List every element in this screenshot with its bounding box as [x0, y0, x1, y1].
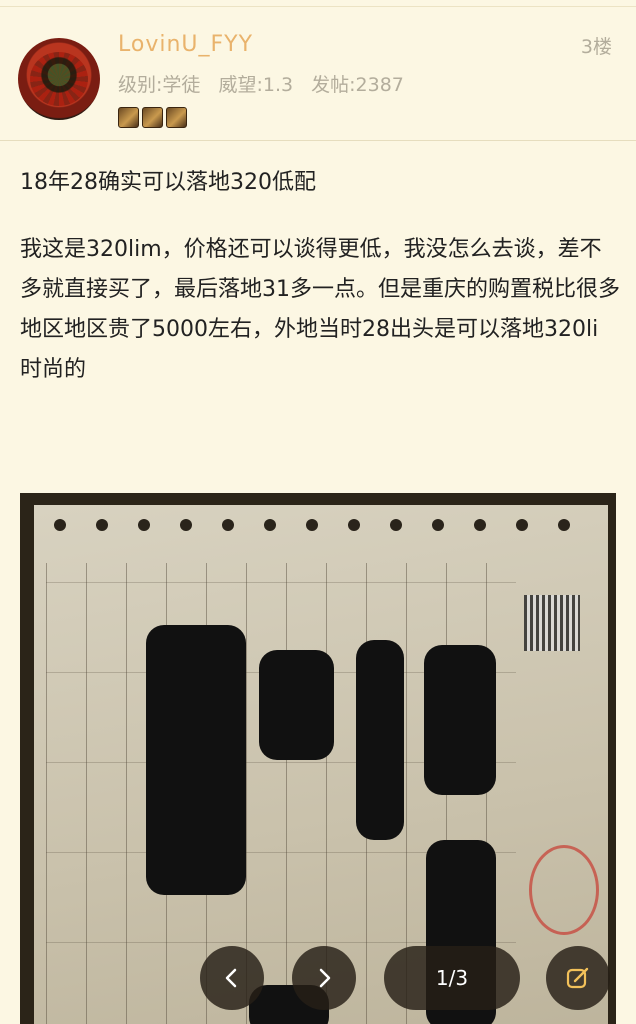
punch-hole	[516, 519, 528, 531]
medal-icon	[166, 107, 187, 128]
medal-icon	[142, 107, 163, 128]
punch-hole	[54, 519, 66, 531]
post-header: LovinU_FYY 3楼 级别:学徒 威望:1.3 发帖:2387	[0, 6, 636, 141]
punch-hole	[432, 519, 444, 531]
red-stamp	[529, 845, 599, 935]
punch-hole	[390, 519, 402, 531]
username[interactable]: LovinU_FYY	[118, 32, 253, 57]
chevron-right-icon	[319, 968, 331, 988]
punch-hole	[474, 519, 486, 531]
medal-icon	[118, 107, 139, 128]
redaction	[424, 645, 496, 795]
post-content: 18年28确实可以落地320低配 我这是320lim，价格还可以谈得更低，我没怎…	[20, 160, 620, 390]
user-meta: 级别:学徒 威望:1.3 发帖:2387	[118, 70, 416, 97]
image-page-indicator: 1/3	[384, 946, 520, 1010]
punch-hole	[180, 519, 192, 531]
user-prestige: 威望:1.3	[218, 74, 294, 96]
qr-code	[524, 595, 580, 651]
edit-icon	[566, 967, 589, 989]
previous-image-button[interactable]	[200, 946, 264, 1010]
punch-hole	[96, 519, 108, 531]
user-post-count: 发帖:2387	[311, 74, 404, 96]
punch-hole	[138, 519, 150, 531]
avatar[interactable]	[18, 38, 100, 120]
chevron-left-icon	[225, 968, 237, 988]
redaction	[146, 625, 246, 895]
floor-number: 3楼	[580, 36, 612, 58]
punch-hole	[348, 519, 360, 531]
user-badges	[118, 107, 187, 128]
redaction	[356, 640, 404, 840]
punch-hole	[222, 519, 234, 531]
post-first-line: 18年28确实可以落地320低配	[20, 170, 316, 195]
next-image-button[interactable]	[292, 946, 356, 1010]
punch-hole	[558, 519, 570, 531]
post-paragraph: 我这是320lim，价格还可以谈得更低，我没怎么去谈，差不多就直接买了，最后落地…	[20, 237, 620, 382]
post-image[interactable]	[20, 493, 616, 1024]
edit-button[interactable]	[546, 946, 610, 1010]
punch-hole	[264, 519, 276, 531]
redaction	[259, 650, 334, 760]
punch-hole	[306, 519, 318, 531]
user-level: 级别:学徒	[118, 74, 201, 96]
